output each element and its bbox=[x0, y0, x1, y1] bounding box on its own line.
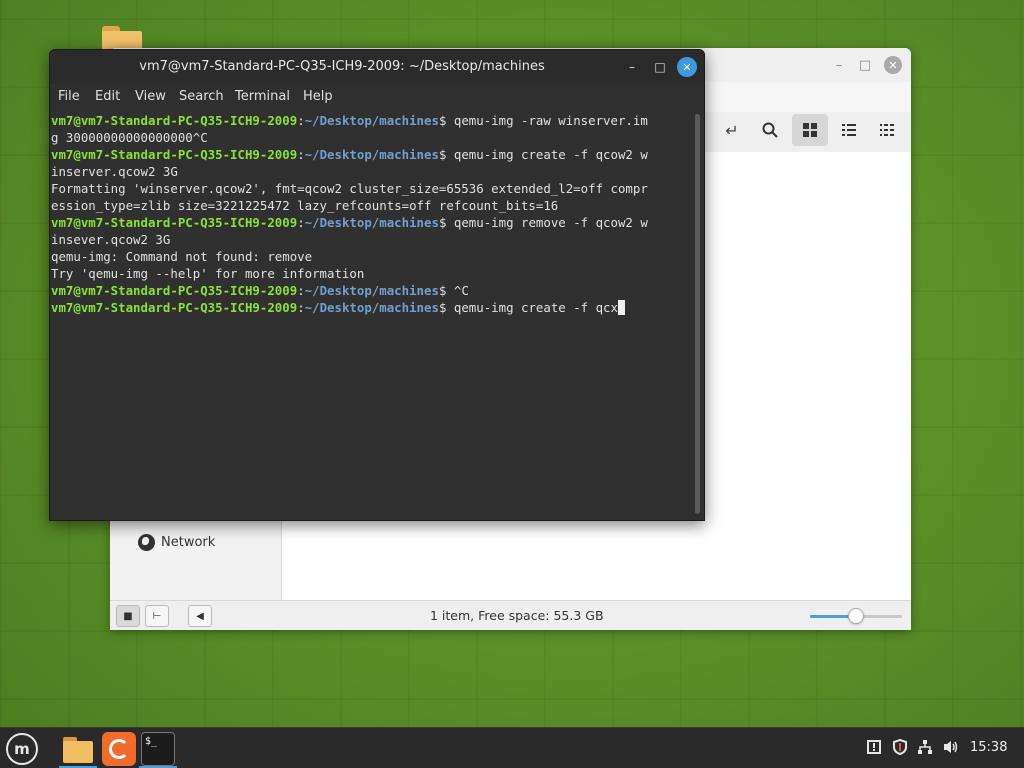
close-icon[interactable]: ✕ bbox=[677, 57, 697, 77]
network-icon[interactable] bbox=[917, 739, 933, 759]
terminal-line-text: $ qemu-img create -f qcx bbox=[438, 300, 618, 315]
close-icon[interactable]: ✕ bbox=[884, 56, 902, 74]
prompt-separator: : bbox=[297, 215, 305, 230]
files-icon[interactable] bbox=[61, 732, 95, 766]
update-manager-icon[interactable] bbox=[866, 739, 882, 759]
minimize-icon[interactable]: – bbox=[830, 56, 848, 74]
prompt-user: vm7@vm7-Standard-PC-Q35-ICH9-2009 bbox=[51, 113, 298, 128]
terminal-line: Formatting 'winserver.qcow2', fmt=qcow2 … bbox=[51, 180, 693, 197]
terminal-line: vm7@vm7-Standard-PC-Q35-ICH9-2009:~/Desk… bbox=[51, 299, 693, 316]
globe-icon bbox=[138, 534, 155, 551]
grid-view-icon[interactable] bbox=[792, 114, 828, 146]
show-places-icon[interactable]: ■ bbox=[116, 605, 140, 627]
menu-file[interactable]: File bbox=[58, 89, 80, 104]
terminal-line-text: $ qemu-img -raw winserver.im bbox=[438, 113, 648, 128]
sidebar-item-network[interactable]: Network bbox=[138, 534, 215, 551]
terminal-line: vm7@vm7-Standard-PC-Q35-ICH9-2009:~/Desk… bbox=[51, 282, 693, 299]
prompt-user: vm7@vm7-Standard-PC-Q35-ICH9-2009 bbox=[51, 147, 298, 162]
zoom-slider[interactable] bbox=[810, 608, 902, 624]
terminal-output[interactable]: vm7@vm7-Standard-PC-Q35-ICH9-2009:~/Desk… bbox=[51, 112, 693, 518]
terminal-line: g 30000000000000000^C bbox=[51, 129, 693, 146]
linux-mint-logo-icon[interactable]: m bbox=[6, 733, 38, 765]
show-treeview-icon[interactable]: ⊢ bbox=[145, 605, 169, 627]
terminal-line: vm7@vm7-Standard-PC-Q35-ICH9-2009:~/Desk… bbox=[51, 214, 693, 231]
firefox-icon[interactable] bbox=[102, 732, 136, 766]
terminal-line-text: g 30000000000000000^C bbox=[51, 130, 208, 145]
menu-view[interactable]: View bbox=[135, 89, 166, 104]
menu-search[interactable]: Search bbox=[179, 89, 224, 104]
compact-view-icon[interactable] bbox=[869, 114, 905, 146]
prompt-path: ~/Desktop/machines bbox=[304, 283, 439, 298]
terminal-line-text: ession_type=zlib size=3221225472 lazy_re… bbox=[51, 198, 559, 213]
search-icon[interactable] bbox=[752, 114, 788, 146]
terminal-line-text: Try 'qemu-img --help' for more informati… bbox=[51, 266, 365, 281]
terminal-line: qemu-img: Command not found: remove bbox=[51, 248, 693, 265]
file-manager-statusbar: ■ ⊢ ◀ 1 item, Free space: 55.3 GB bbox=[110, 600, 911, 630]
terminal-icon[interactable]: $_ bbox=[141, 732, 175, 766]
list-view-icon[interactable] bbox=[831, 114, 867, 146]
terminal-cursor bbox=[617, 300, 625, 315]
minimize-icon[interactable]: – bbox=[622, 57, 642, 77]
terminal-window: vm7@vm7-Standard-PC-Q35-ICH9-2009: ~/Des… bbox=[49, 49, 705, 521]
maximize-icon[interactable]: □ bbox=[650, 57, 670, 77]
window-title: vm7@vm7-Standard-PC-Q35-ICH9-2009: ~/Des… bbox=[139, 59, 545, 74]
terminal-line: ession_type=zlib size=3221225472 lazy_re… bbox=[51, 197, 693, 214]
terminal-line: Try 'qemu-img --help' for more informati… bbox=[51, 265, 693, 282]
terminal-titlebar[interactable]: vm7@vm7-Standard-PC-Q35-ICH9-2009: ~/Des… bbox=[50, 50, 704, 84]
prompt-separator: : bbox=[297, 147, 305, 162]
prompt-path: ~/Desktop/machines bbox=[304, 113, 439, 128]
prompt-user: vm7@vm7-Standard-PC-Q35-ICH9-2009 bbox=[51, 215, 298, 230]
open-terminal-icon[interactable]: ↵ bbox=[714, 114, 750, 146]
taskbar: m $_ 15:38 bbox=[0, 727, 1024, 768]
sidebar-item-label: Network bbox=[161, 535, 216, 550]
prompt-user: vm7@vm7-Standard-PC-Q35-ICH9-2009 bbox=[51, 283, 298, 298]
terminal-line: insever.qcow2 3G bbox=[51, 231, 693, 248]
prompt-path: ~/Desktop/machines bbox=[304, 215, 439, 230]
menu-edit[interactable]: Edit bbox=[95, 89, 120, 104]
maximize-icon[interactable]: □ bbox=[856, 56, 874, 74]
prompt-separator: : bbox=[297, 300, 305, 315]
prompt-separator: : bbox=[297, 113, 305, 128]
terminal-menubar: File Edit View Search Terminal Help bbox=[50, 84, 704, 110]
terminal-line: inserver.qcow2 3G bbox=[51, 163, 693, 180]
terminal-line-text: $ qemu-img remove -f qcow2 w bbox=[438, 215, 648, 230]
terminal-line-text: insever.qcow2 3G bbox=[51, 232, 171, 247]
prompt-path: ~/Desktop/machines bbox=[304, 300, 439, 315]
menu-terminal[interactable]: Terminal bbox=[235, 89, 290, 104]
zoom-slider-handle[interactable] bbox=[848, 608, 864, 624]
terminal-line-text: $ ^C bbox=[438, 283, 469, 298]
terminal-scrollbar[interactable] bbox=[695, 114, 700, 514]
prompt-user: vm7@vm7-Standard-PC-Q35-ICH9-2009 bbox=[51, 300, 298, 315]
clock[interactable]: 15:38 bbox=[970, 740, 1007, 755]
terminal-line-text: $ qemu-img create -f qcow2 w bbox=[438, 147, 648, 162]
terminal-line-text: inserver.qcow2 3G bbox=[51, 164, 178, 179]
hide-sidebar-icon[interactable]: ◀ bbox=[188, 605, 212, 627]
prompt-path: ~/Desktop/machines bbox=[304, 147, 439, 162]
prompt-separator: : bbox=[297, 283, 305, 298]
terminal-line-text: Formatting 'winserver.qcow2', fmt=qcow2 … bbox=[51, 181, 648, 196]
menu-help[interactable]: Help bbox=[303, 89, 333, 104]
shield-icon[interactable] bbox=[892, 738, 908, 759]
terminal-line: vm7@vm7-Standard-PC-Q35-ICH9-2009:~/Desk… bbox=[51, 146, 693, 163]
volume-icon[interactable] bbox=[942, 739, 960, 759]
terminal-line: vm7@vm7-Standard-PC-Q35-ICH9-2009:~/Desk… bbox=[51, 112, 693, 129]
status-text: 1 item, Free space: 55.3 GB bbox=[430, 608, 604, 623]
terminal-line-text: qemu-img: Command not found: remove bbox=[51, 249, 313, 264]
